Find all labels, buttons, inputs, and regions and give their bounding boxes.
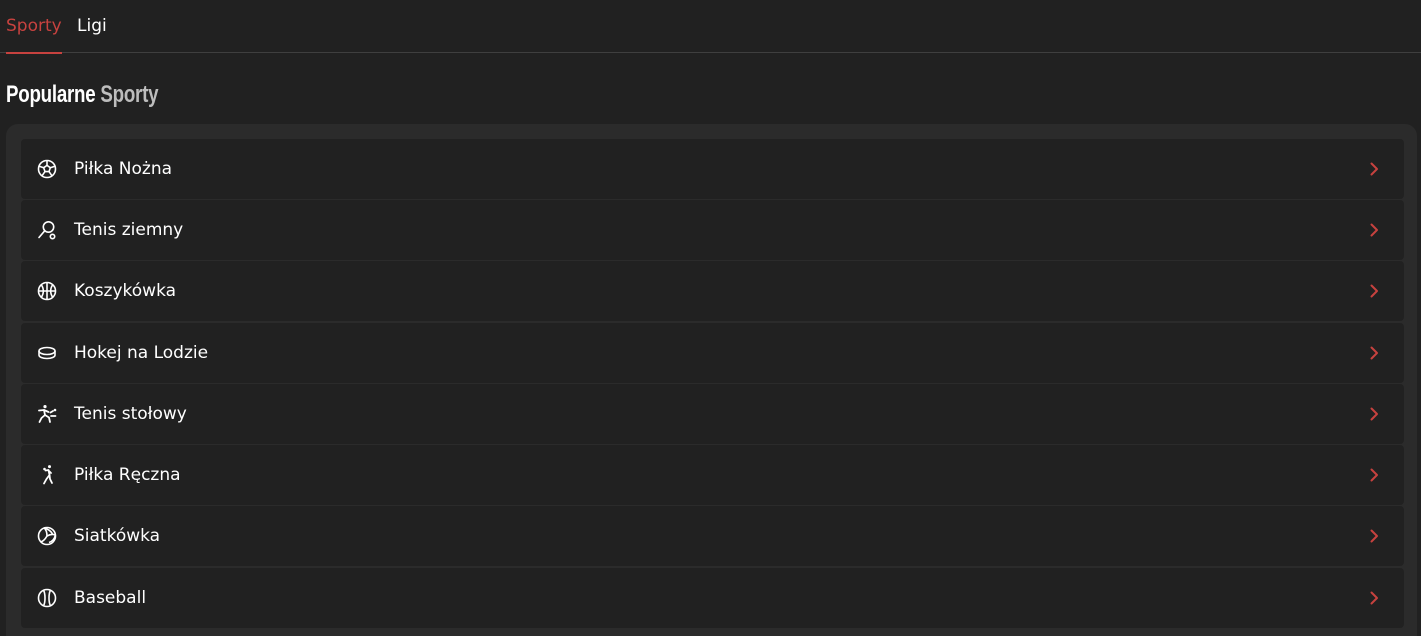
chevron-right-icon [1365,405,1383,423]
sport-item-baseball[interactable]: Baseball [21,568,1404,628]
hockey-puck-icon [36,342,58,364]
sport-item-koszykowka[interactable]: Koszykówka [21,261,1404,321]
sport-item-hokej-na-lodzie[interactable]: Hokej na Lodzie [21,323,1404,383]
section-title-accent: Sporty [100,81,159,108]
sport-item-label: Tenis stołowy [74,404,187,424]
sport-item-pilka-reczna[interactable]: Piłka Ręczna [21,445,1404,505]
sport-item-label: Hokej na Lodzie [74,343,209,363]
baseball-icon [36,587,58,609]
volleyball-icon [36,525,58,547]
soccer-ball-icon [36,158,58,180]
sport-item-label: Piłka Ręczna [74,465,181,485]
sport-item-label: Piłka Nożna [74,159,173,179]
sport-item-label: Tenis ziemny [74,220,184,240]
chevron-right-icon [1365,221,1383,239]
basketball-icon [36,280,58,302]
sport-item-label: Baseball [74,588,147,608]
section-title-main: Popularne [6,81,96,108]
sport-item-tenis-stolowy[interactable]: Tenis stołowy [21,384,1404,444]
section-title: Popularne Sporty [6,78,159,112]
chevron-right-icon [1365,589,1383,607]
sport-item-siatkowka[interactable]: Siatkówka [21,506,1404,566]
sport-item-pilka-nozna[interactable]: Piłka Nożna [21,139,1404,199]
chevron-right-icon [1365,527,1383,545]
chevron-right-icon [1365,466,1383,484]
sport-item-label: Koszykówka [74,281,177,301]
chevron-right-icon [1365,160,1383,178]
table-tennis-player-icon [36,403,58,425]
handball-player-icon [36,464,58,486]
tennis-racket-icon [36,219,58,241]
tab-sporty[interactable]: Sporty [6,0,62,54]
chevron-right-icon [1365,344,1383,362]
sport-tabs: Sporty Ligi [0,0,1421,54]
chevron-right-icon [1365,282,1383,300]
tab-ligi[interactable]: Ligi [77,0,107,53]
sport-item-label: Siatkówka [74,526,161,546]
sport-item-tenis-ziemny[interactable]: Tenis ziemny [21,200,1404,260]
